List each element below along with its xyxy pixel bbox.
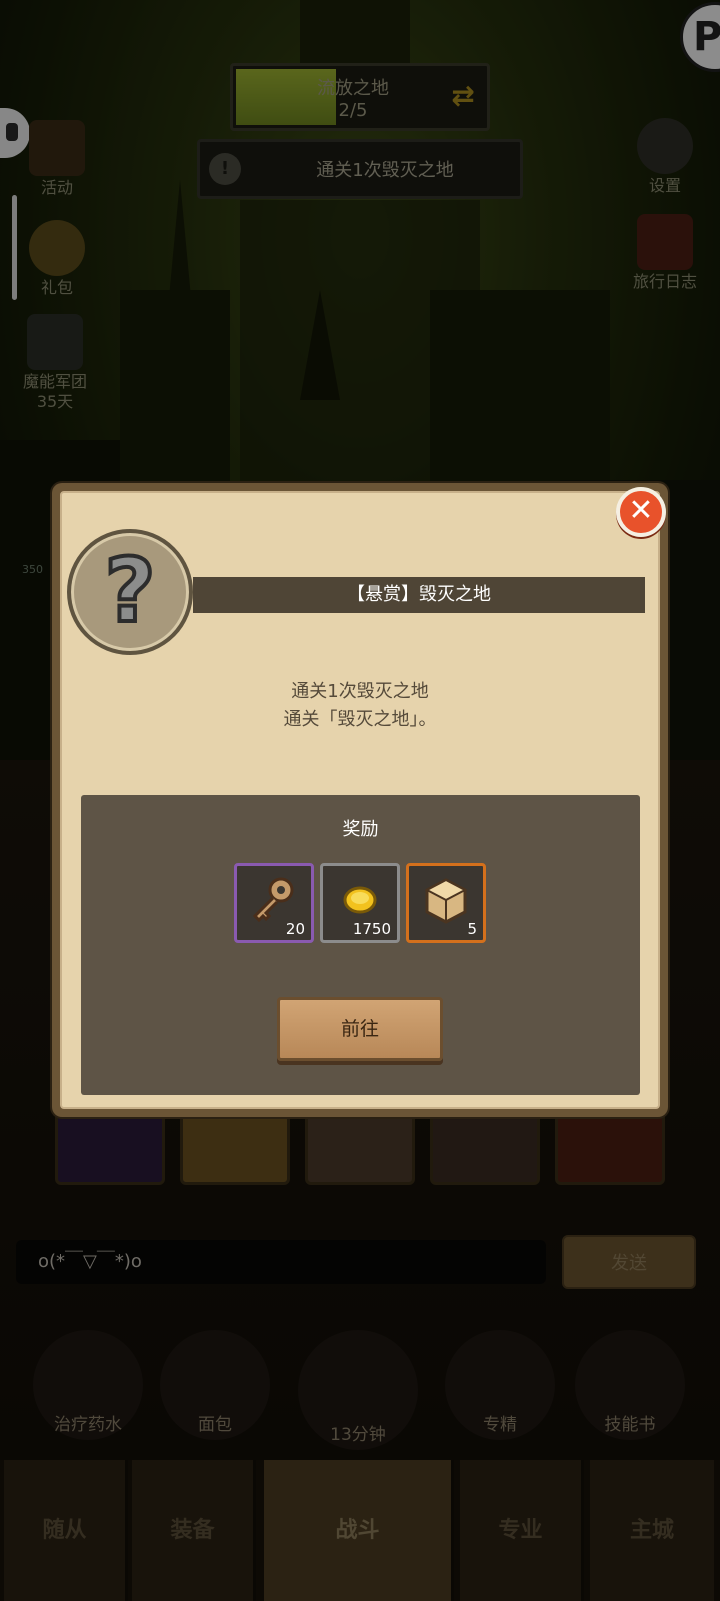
dialog-description: 通关1次毁灭之地 通关「毁灭之地」。 [80, 678, 640, 734]
desc-line-2: 通关「毁灭之地」。 [283, 709, 437, 730]
reward-crate-count: 5 [467, 920, 477, 938]
quest-icon: ? [67, 529, 193, 655]
reward-gold-count: 1750 [352, 920, 391, 938]
desc-line-1: 通关1次毁灭之地 [291, 681, 429, 702]
reward-key[interactable]: 20 [234, 863, 314, 943]
reward-key-count: 20 [285, 920, 305, 938]
dialog-title: 【悬赏】毁灭之地 [193, 577, 645, 613]
reward-title: 奖励 [342, 819, 379, 840]
close-button[interactable]: ✕ [616, 487, 666, 537]
reward-crate[interactable]: 5 [406, 863, 486, 943]
question-mark-icon: ? [102, 539, 157, 643]
go-button[interactable]: 前往 [277, 997, 443, 1061]
reward-gold[interactable]: 1750 [320, 863, 400, 943]
